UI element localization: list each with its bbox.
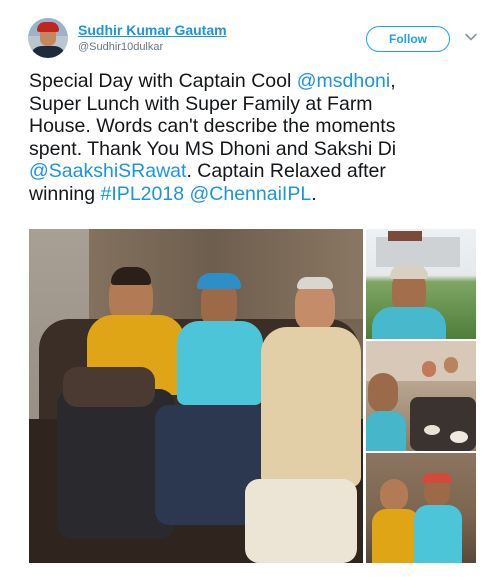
tweet-text-segment: winning [29,182,101,205]
photo-side-2[interactable] [366,341,476,451]
avatar-cap [37,22,59,32]
person-kurta-shape [261,327,361,487]
tweet-text-line: Super Lunch with Super Family at Farm [29,93,484,116]
photo-side-3[interactable] [366,453,476,563]
tweet-card: Sudhir Kumar Gautam @Sudhir10dulkar Foll… [0,0,503,577]
tweet-text-segment: spent. Thank You MS Dhoni and Sakshi Di [29,137,397,160]
person-face-shape [444,357,458,373]
house-shape [376,237,460,267]
avatar[interactable] [28,18,68,58]
mention-link[interactable]: @msdhoni [297,70,391,92]
person-shirt-shape [414,505,462,563]
photo-main[interactable] [29,229,363,563]
person-shirt-shape [372,307,446,339]
person-face-shape [380,479,408,511]
person-face-shape [422,361,436,377]
hashtag-link[interactable]: #IPL2018 [101,183,185,205]
person-hair-shape [111,267,151,285]
follow-button[interactable]: Follow [366,26,450,52]
tweet-text-line: spent. Thank You MS Dhoni and Sakshi Di [29,138,484,161]
roof-shape [388,231,422,241]
tweet-text-segment: . [311,182,317,205]
person-cap-shape [197,273,241,289]
tweet-text-segment: Special Day with Captain Cool [29,70,297,92]
plate-shape [424,425,440,435]
plate-shape [450,431,468,443]
author-name[interactable]: Sudhir Kumar Gautam [78,22,227,38]
tweet-text-segment: Super Lunch with Super Family at Farm [29,92,373,115]
person-hair-shape [297,277,333,289]
person-pants-shape [245,479,357,563]
mention-link[interactable]: @SaakshiSRawat [29,160,186,182]
tweet-text-segment: . Captain Relaxed after [186,160,386,182]
avatar-shirt [30,46,66,58]
person-shirt-shape [372,509,420,563]
chevron-down-icon[interactable] [464,30,478,44]
tweet-text-line: Special Day with Captain Cool @msdhoni, [29,70,484,93]
person-shirt-shape [366,411,406,451]
person-cap-shape [422,473,452,483]
tweet-text-line: winning #IPL2018 @ChennaiIPL. [29,183,484,206]
table-shape [410,397,476,451]
photo-side-1[interactable] [366,229,476,339]
tweet-text-segment: , [390,70,396,92]
person-cap-shape [390,265,428,279]
mention-link[interactable]: @ChennaiIPL [189,183,311,205]
tweet-text-segment: House. Words can't describe the moments [29,115,396,137]
cushion-shape [63,367,155,407]
author-handle[interactable]: @Sudhir10dulkar [78,41,163,53]
tweet-text-line: @SaakshiSRawat. Captain Relaxed after [29,160,484,183]
tweet-text: Special Day with Captain Cool @msdhoni, S… [29,70,484,205]
person-face-shape [368,373,398,413]
person-shirt-shape [177,321,263,405]
tweet-text-line: House. Words can't describe the moments [29,115,484,138]
